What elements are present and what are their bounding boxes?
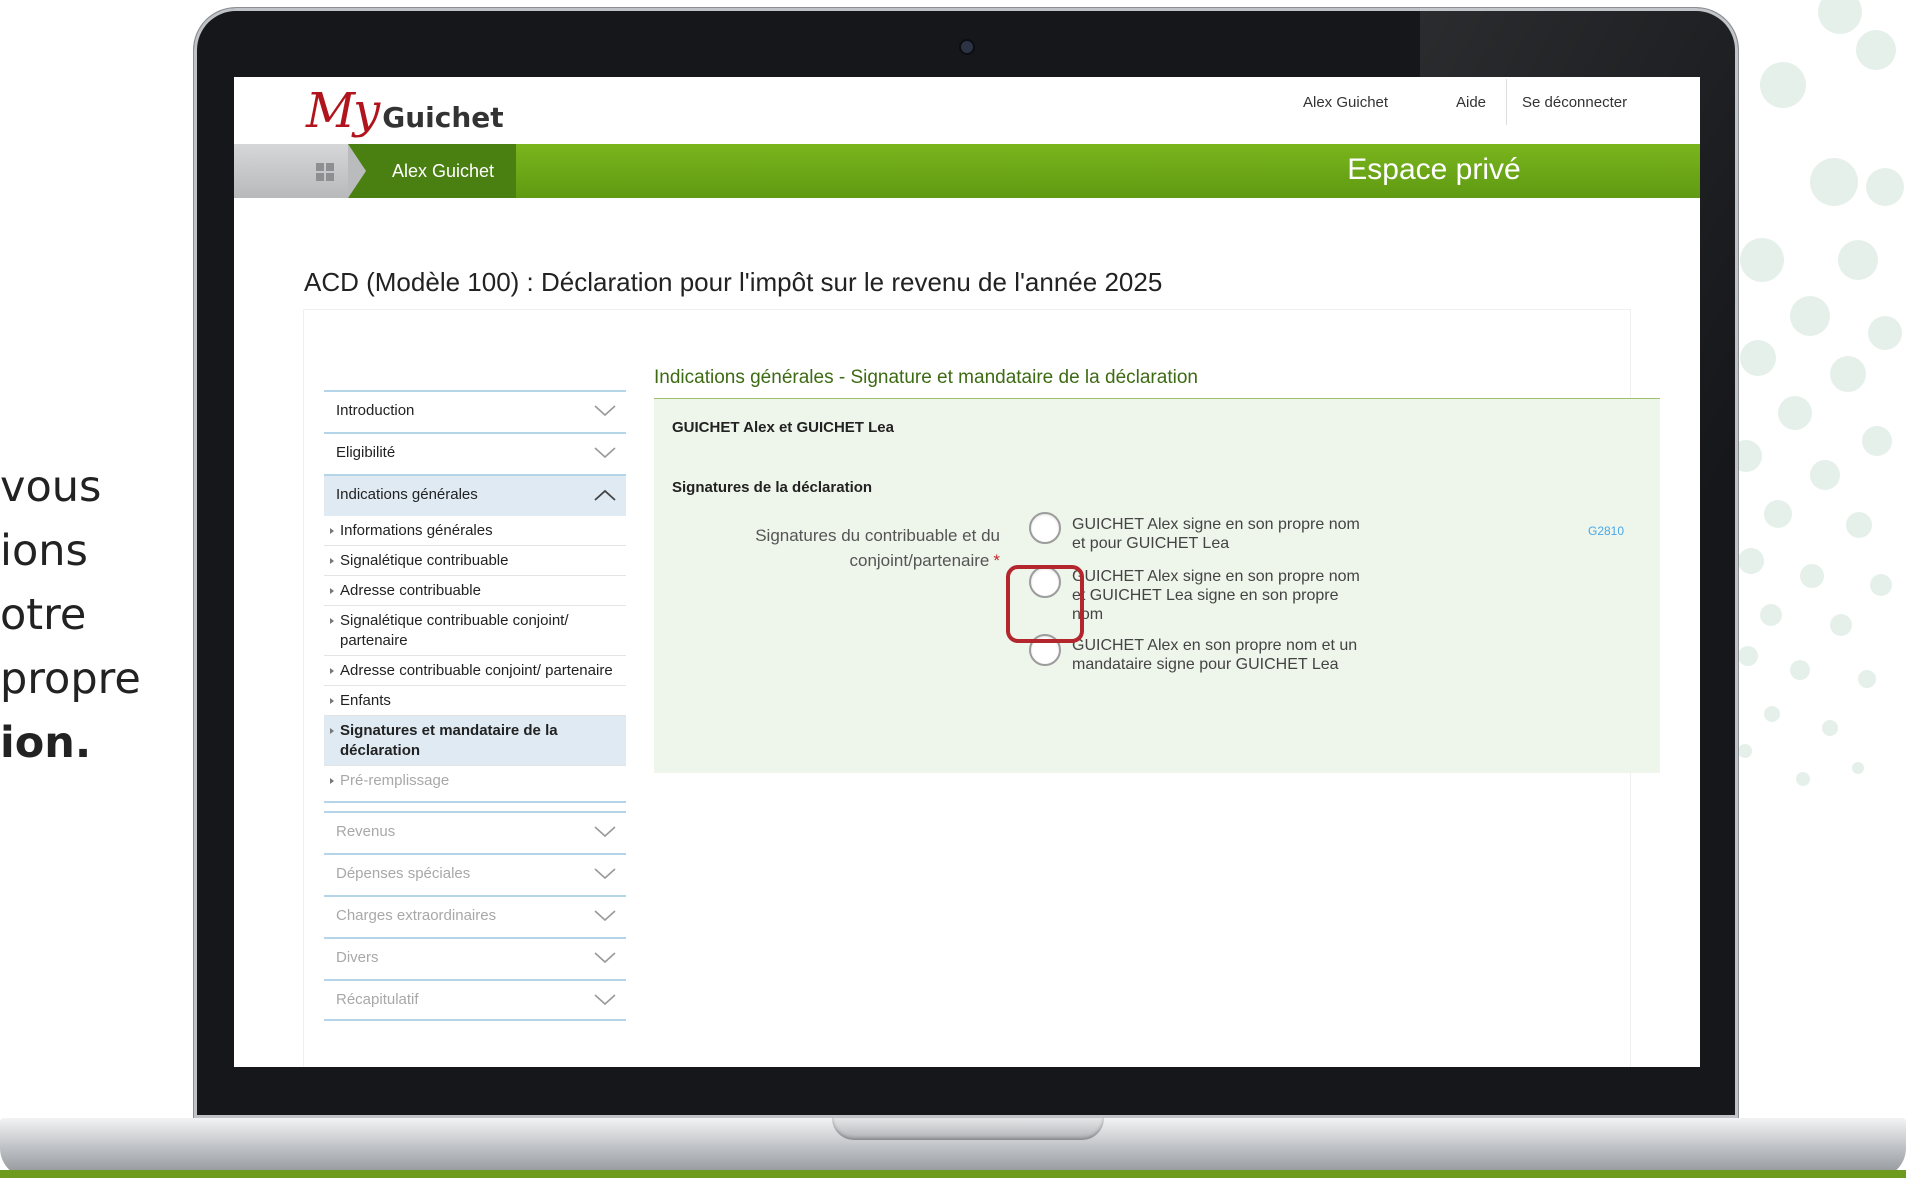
side-caption-line: ions bbox=[0, 526, 88, 576]
banner-chevron bbox=[348, 144, 366, 198]
side-caption-line: vous bbox=[0, 462, 102, 512]
side-caption: vous ions otre propre ion. bbox=[0, 455, 170, 775]
sidebar-item-depenses: Dépenses spéciales bbox=[324, 853, 626, 895]
subnav-item-adresse[interactable]: Adresse contribuable bbox=[324, 576, 626, 606]
option-highlight-box bbox=[1006, 565, 1084, 643]
banner-user-name[interactable]: Alex Guichet bbox=[392, 161, 494, 182]
chevron-down-icon bbox=[594, 994, 616, 1006]
header-divider bbox=[1506, 79, 1507, 125]
help-link[interactable]: Aide bbox=[1456, 94, 1486, 111]
sidebar-item-introduction[interactable]: Introduction bbox=[324, 390, 626, 432]
sidebar-item-label: Divers bbox=[336, 949, 379, 966]
signature-option-1-label[interactable]: GUICHET Alex signe en son propre nom et … bbox=[1072, 515, 1372, 553]
chevron-down-icon bbox=[594, 952, 616, 964]
field-code: G2810 bbox=[1588, 524, 1625, 538]
signature-option-2-label[interactable]: GUICHET Alex signe en son propre nom et … bbox=[1072, 567, 1372, 624]
page-title: ACD (Modèle 100) : Déclaration pour l'im… bbox=[304, 267, 1163, 297]
subnav-item-preremplissage: Pré-remplissage bbox=[324, 766, 626, 803]
side-caption-line: otre bbox=[0, 590, 87, 640]
signature-option-3-label[interactable]: GUICHET Alex en son propre nom et un man… bbox=[1072, 636, 1372, 674]
signature-option-1-radio[interactable] bbox=[1029, 512, 1061, 544]
signatures-heading: Signatures de la déclaration bbox=[672, 479, 873, 496]
green-strip bbox=[0, 1170, 1906, 1178]
form-section-title: Indications générales - Signature et man… bbox=[654, 367, 1198, 388]
sidebar-item-revenus: Revenus bbox=[324, 811, 626, 853]
chevron-down-icon bbox=[594, 447, 616, 459]
chevron-down-icon bbox=[594, 826, 616, 838]
chevron-down-icon bbox=[594, 405, 616, 417]
sidebar-item-label: Dépenses spéciales bbox=[336, 865, 471, 882]
required-mark: * bbox=[993, 551, 1000, 570]
subnav-item-signatures[interactable]: Signatures et mandataire de la déclarati… bbox=[324, 716, 626, 766]
subnav-item-enfants[interactable]: Enfants bbox=[324, 686, 626, 716]
subnav-item-signaletique[interactable]: Signalétique contribuable bbox=[324, 546, 626, 576]
sidebar-item-label: Récapitulatif bbox=[336, 991, 419, 1008]
chevron-up-icon bbox=[594, 489, 616, 501]
sidebar-item-charges: Charges extraordinaires bbox=[324, 895, 626, 937]
taxpayer-names: GUICHET Alex et GUICHET Lea bbox=[672, 419, 894, 436]
stage: vous ions otre propre ion. My Guichet Al… bbox=[0, 0, 1906, 1178]
header-user-link[interactable]: Alex Guichet bbox=[1303, 94, 1388, 111]
chevron-down-icon bbox=[594, 910, 616, 922]
banner-title: Espace privé bbox=[1347, 153, 1521, 186]
logout-link[interactable]: Se déconnecter bbox=[1522, 94, 1627, 111]
logo-my: My bbox=[306, 83, 380, 139]
sidebar-item-divers: Divers bbox=[324, 937, 626, 979]
banner-menu-area bbox=[234, 144, 348, 198]
sidebar-item-indications[interactable]: Indications générales bbox=[324, 474, 626, 516]
subnav-item-informations[interactable]: Informations générales bbox=[324, 516, 626, 546]
browser-screen: My Guichet Alex Guichet Aide Se déconnec… bbox=[234, 77, 1700, 1067]
chevron-down-icon bbox=[594, 868, 616, 880]
subnav-item-adresse-conjoint[interactable]: Adresse contribuable conjoint/ partenair… bbox=[324, 656, 626, 686]
myguichet-logo[interactable]: My Guichet bbox=[306, 83, 504, 139]
sidebar-item-label: Indications générales bbox=[336, 486, 478, 503]
laptop-notch bbox=[832, 1118, 1104, 1140]
camera-icon bbox=[961, 41, 973, 53]
sidebar-item-label: Introduction bbox=[336, 402, 415, 419]
side-caption-line: ion. bbox=[0, 718, 92, 768]
signature-field-label: Signatures du contribuable et du conjoin… bbox=[704, 523, 1000, 573]
sidebar-item-label: Revenus bbox=[336, 823, 396, 840]
sidebar-nav: Introduction Eligibilité Indications gén… bbox=[324, 390, 626, 1021]
logo-guichet: Guichet bbox=[382, 101, 504, 134]
sidebar-item-label: Charges extraordinaires bbox=[336, 907, 497, 924]
signature-field-label-text: Signatures du contribuable et du conjoin… bbox=[755, 526, 1000, 570]
side-caption-line: propre bbox=[0, 654, 141, 704]
sidebar-item-label: Eligibilité bbox=[336, 444, 396, 461]
subnav-item-signaletique-conjoint[interactable]: Signalétique contribuable conjoint/ part… bbox=[324, 606, 626, 656]
sidebar-item-recapitulatif: Récapitulatif bbox=[324, 979, 626, 1021]
sidebar-item-eligibilite[interactable]: Eligibilité bbox=[324, 432, 626, 474]
